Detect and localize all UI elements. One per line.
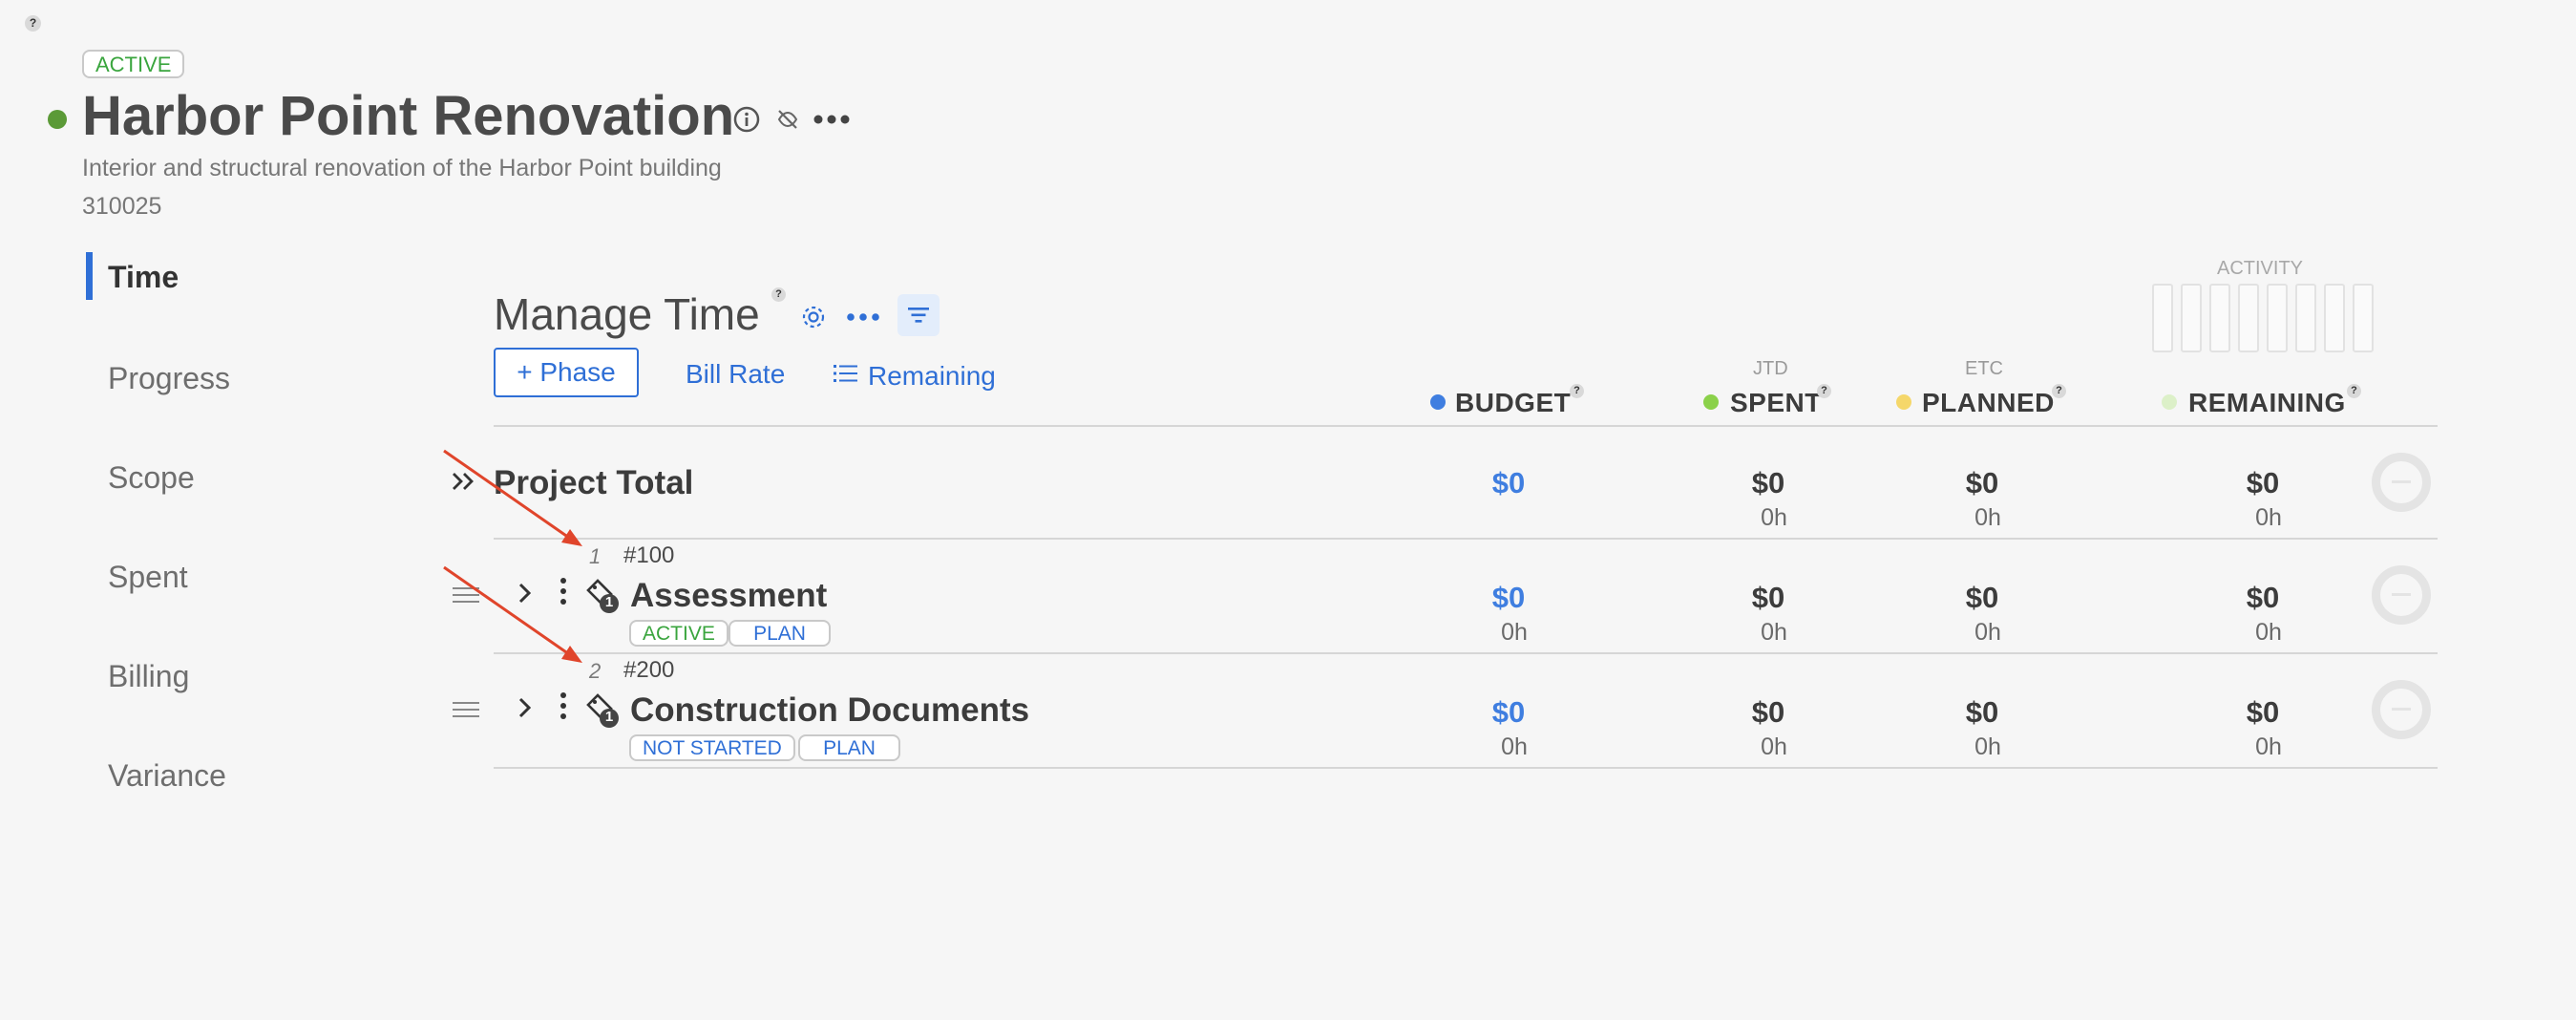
annotation-arrow xyxy=(443,449,582,546)
annotation-arrows xyxy=(443,449,582,663)
annotation-arrow xyxy=(443,565,582,663)
